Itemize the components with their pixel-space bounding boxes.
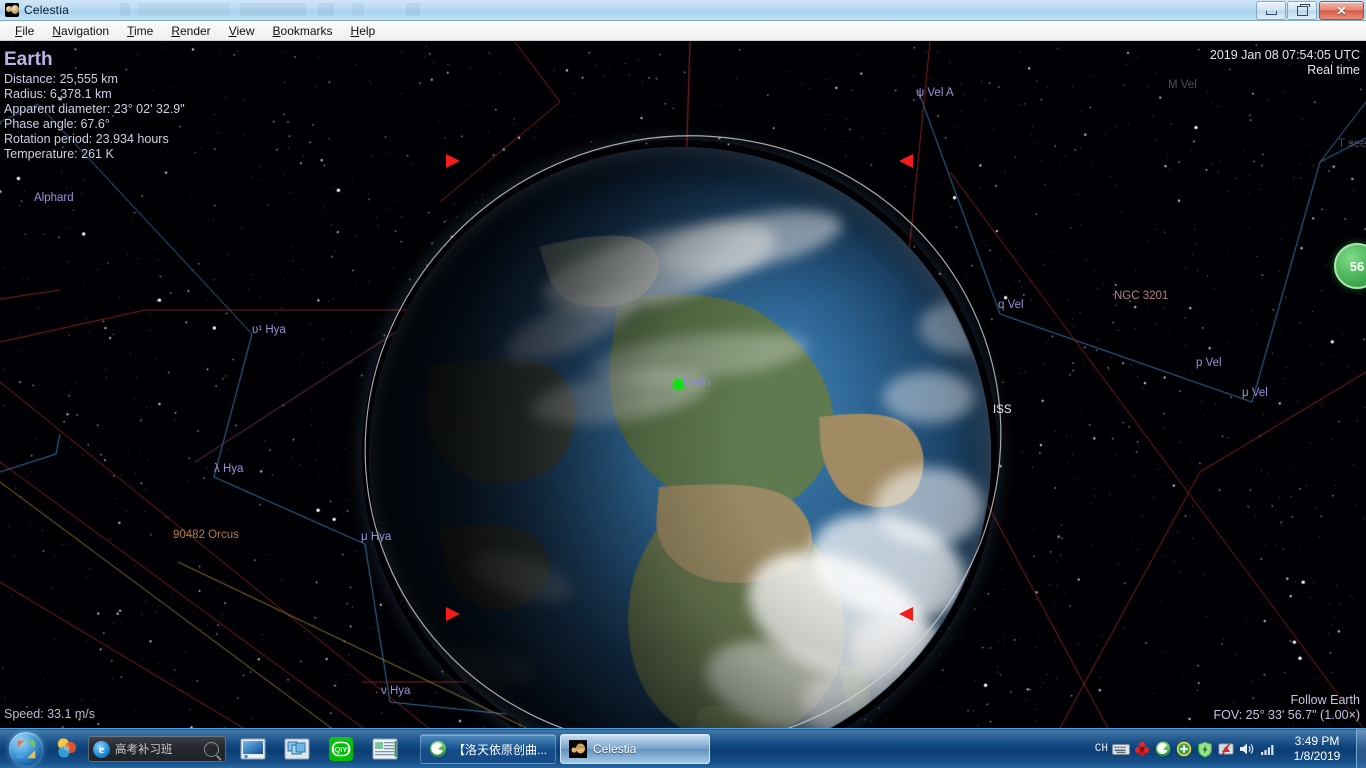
taskbar-window-celestia-label: Celestia [593,742,637,756]
info-apparent-diameter: Apparent diameter: 23° 02' 32.9" [4,102,185,116]
volume-icon[interactable] [1236,737,1257,761]
window-controls: ✕ [1256,0,1364,20]
title-ghost-artifact [120,3,440,16]
taskbar-window-browser-label: 【洛天依原创曲... [453,742,548,757]
search-icon[interactable] [204,741,219,757]
info-temperature: Temperature: 261 K [4,147,114,161]
document-window-icon[interactable] [368,730,402,768]
close-icon: ✕ [1336,3,1347,18]
shield-green-icon[interactable] [1194,737,1215,761]
browser-360-icon [429,740,447,758]
info-rotation-period: Rotation period: 23.934 hours [4,132,169,146]
label-ngc-3201: NGC 3201 [1114,290,1169,302]
clock[interactable]: 3:49 PM 1/8/2019 [1278,734,1356,764]
window-title: Celestia [24,3,69,17]
planet-icon [5,3,19,17]
network-icon[interactable] [1257,737,1278,761]
360-safe-icon[interactable] [50,730,84,768]
label-alphard: Alphard [34,192,74,204]
menu-time[interactable]: Time [118,22,162,40]
minimize-button[interactable] [1256,1,1286,20]
info-phase-angle: Phase angle: 67.6° [4,117,110,131]
field-of-view: FOV: 25° 33' 56.7" (1.00×) [1213,708,1360,722]
follow-mode: Follow Earth [1290,693,1360,707]
celestia-viewport[interactable]: Earth Alphard υ¹ Hya λ Hya μ Hya ν Hya 9… [0,42,1366,728]
window-buttons: 【洛天依原创曲... Celestia [416,734,711,764]
label-mu-vel: μ Vel [1242,387,1268,399]
windows-stack-icon[interactable] [280,730,314,768]
media-player-icon[interactable] [236,730,270,768]
antivirus-icon[interactable] [1215,737,1236,761]
menu-bar: File Navigation Time Render View Bookmar… [0,21,1366,41]
selection-marker-bottom-left [446,607,460,621]
time-panel: 2019 Jan 08 07:54:05 UTC Real time [1210,48,1360,78]
label-iss: ISS [993,404,1012,416]
windows-taskbar: e 高考补习班 iQIYI 【洛天依原创曲... Celestia CH 3:4… [0,728,1366,768]
selection-marker-top-left [446,154,460,168]
plus-green-icon[interactable] [1173,737,1194,761]
clock-date: 1/8/2019 [1293,749,1341,763]
object-info-panel: Earth Distance: 25,555 km Radius: 6,378.… [4,48,185,162]
time-rate: Real time [1307,63,1360,77]
browser-e-icon[interactable] [1152,737,1173,761]
menu-help[interactable]: Help [342,22,385,40]
menu-file[interactable]: File [6,22,43,40]
info-distance: Distance: 25,555 km [4,72,118,86]
iqiyi-icon[interactable]: iQIYI [324,730,358,768]
search-box[interactable]: e 高考补习班 [88,736,226,762]
view-status-panel: Follow Earth FOV: 25° 33' 56.7" (1.00×) [1213,693,1360,723]
title-bar: Celestia ✕ [0,0,1366,21]
celestia-window: Celestia ✕ File Navigation Time Render V… [0,0,1366,768]
start-button[interactable] [2,730,50,768]
celestia-icon [569,740,588,758]
taskbar-window-celestia[interactable]: Celestia [560,734,711,764]
label-m-vel: M Vel [1168,79,1197,91]
windows-logo-icon [9,732,43,766]
restore-icon [1296,3,1310,16]
ie-e-icon: e [93,740,110,758]
label-90482-orcus: 90482 Orcus [173,529,239,541]
earth-globe[interactable] [369,147,991,728]
menu-bookmarks[interactable]: Bookmarks [264,22,342,40]
label-lambda-hya: λ Hya [214,463,244,475]
label-q-vel: q Vel [998,299,1024,311]
show-desktop-button[interactable] [1356,729,1366,768]
svg-text:iQIYI: iQIYI [333,745,350,754]
menu-view[interactable]: View [220,22,264,40]
flower-red-icon[interactable] [1131,737,1152,761]
taskbar-window-browser[interactable]: 【洛天依原创曲... [420,734,557,764]
selection-marker-top-right [899,154,913,168]
close-button[interactable]: ✕ [1319,1,1364,20]
keyboard-icon[interactable] [1110,737,1131,761]
pinned-icons: iQIYI [236,730,402,768]
label-psi-vel-a: ψ Vel A [916,87,954,99]
object-name: Earth [4,49,53,70]
restore-button[interactable] [1287,1,1317,20]
minimize-icon [1265,10,1277,15]
speed-indicator: Speed: 33.1 m/s [4,707,96,721]
simulation-datetime: 2019 Jan 08 07:54:05 UTC [1209,48,1360,62]
selection-marker-bottom-right [899,607,913,621]
info-radius: Radius: 6,378.1 km [4,87,112,101]
menu-render[interactable]: Render [162,22,219,40]
label-nu-hya: ν Hya [381,685,411,697]
system-tray: CH 3:49 PM 1/8/2019 [1095,729,1366,768]
search-input[interactable]: 高考补习班 [115,741,204,757]
label-earth: Earth [683,377,711,389]
label-t-see: T see [1338,138,1366,150]
label-upsilon-hya: υ¹ Hya [252,324,286,336]
label-mu-hya: μ Hya [361,531,392,543]
clock-time: 3:49 PM [1294,734,1340,748]
ime-indicator[interactable]: CH [1095,743,1108,755]
label-p-vel: p Vel [1196,357,1222,369]
quick-launch-bar [50,730,84,768]
menu-navigation[interactable]: Navigation [43,22,118,40]
